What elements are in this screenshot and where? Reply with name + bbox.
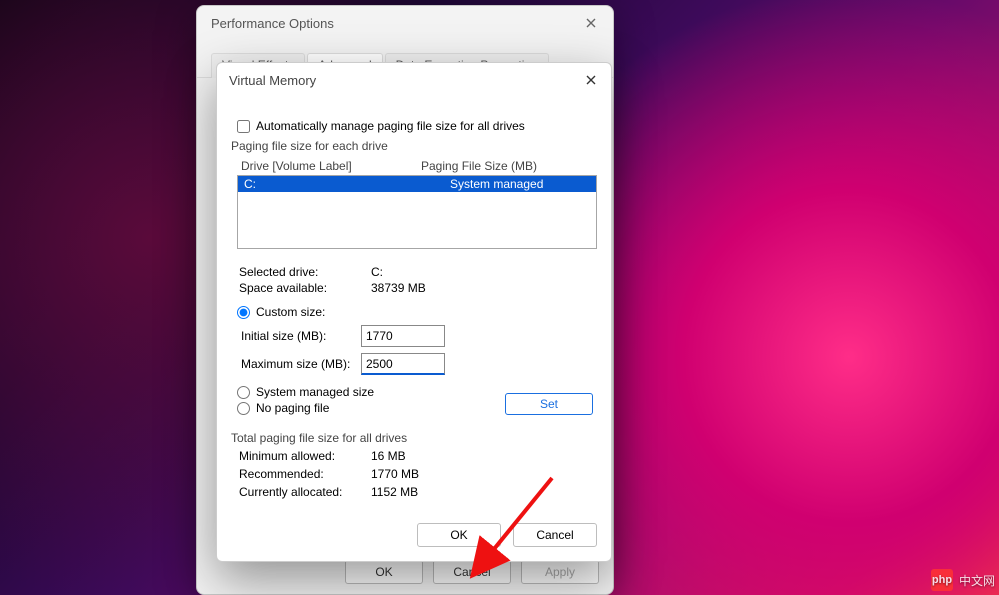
auto-manage-checkbox[interactable] <box>237 120 250 133</box>
no-paging-radio[interactable] <box>237 402 250 415</box>
maximum-size-input[interactable] <box>361 353 445 375</box>
totals-group-label: Total paging file size for all drives <box>231 431 597 445</box>
perf-ok-button[interactable]: OK <box>345 560 423 584</box>
no-paging-label: No paging file <box>256 401 329 415</box>
drive-list-headers: Drive [Volume Label] Paging File Size (M… <box>241 159 597 173</box>
close-icon[interactable] <box>577 69 605 91</box>
virtual-memory-dialog: Virtual Memory Automatically manage pagi… <box>216 62 612 562</box>
recommended-value: 1770 MB <box>371 467 419 481</box>
drive-row-c[interactable]: C: System managed <box>238 176 596 192</box>
system-managed-label: System managed size <box>256 385 374 399</box>
min-allowed-value: 16 MB <box>371 449 406 463</box>
drive-size: System managed <box>450 177 590 191</box>
drive-group-label: Paging file size for each drive <box>231 139 597 153</box>
selected-drive-value: C: <box>371 265 383 279</box>
custom-size-radio[interactable] <box>237 306 250 319</box>
header-size: Paging File Size (MB) <box>421 159 537 173</box>
perf-cancel-button[interactable]: Cancel <box>433 560 511 584</box>
drive-name: C: <box>244 177 450 191</box>
watermark-logo-icon: php <box>931 569 953 591</box>
watermark-text: 中文网 <box>959 572 995 589</box>
vm-titlebar[interactable]: Virtual Memory <box>217 63 611 99</box>
ok-button[interactable]: OK <box>417 523 501 547</box>
header-drive: Drive [Volume Label] <box>241 159 421 173</box>
perf-title: Performance Options <box>211 16 334 31</box>
vm-button-row: OK Cancel <box>217 511 611 561</box>
cancel-button[interactable]: Cancel <box>513 523 597 547</box>
set-button[interactable]: Set <box>505 393 593 415</box>
close-icon[interactable] <box>577 12 605 34</box>
space-available-label: Space available: <box>239 281 371 295</box>
drive-list[interactable]: C: System managed <box>237 175 597 249</box>
currently-allocated-value: 1152 MB <box>371 485 418 499</box>
custom-size-label: Custom size: <box>256 305 325 319</box>
auto-manage-label: Automatically manage paging file size fo… <box>256 119 525 133</box>
initial-size-input[interactable] <box>361 325 445 347</box>
selected-drive-label: Selected drive: <box>239 265 371 279</box>
space-available-value: 38739 MB <box>371 281 426 295</box>
watermark: php 中文网 <box>931 569 995 591</box>
currently-allocated-label: Currently allocated: <box>239 485 371 499</box>
recommended-label: Recommended: <box>239 467 371 481</box>
initial-size-label: Initial size (MB): <box>241 329 361 343</box>
min-allowed-label: Minimum allowed: <box>239 449 371 463</box>
vm-title: Virtual Memory <box>229 73 316 88</box>
maximum-size-label: Maximum size (MB): <box>241 357 361 371</box>
system-managed-radio[interactable] <box>237 386 250 399</box>
perf-apply-button: Apply <box>521 560 599 584</box>
perf-titlebar[interactable]: Performance Options <box>197 6 613 38</box>
